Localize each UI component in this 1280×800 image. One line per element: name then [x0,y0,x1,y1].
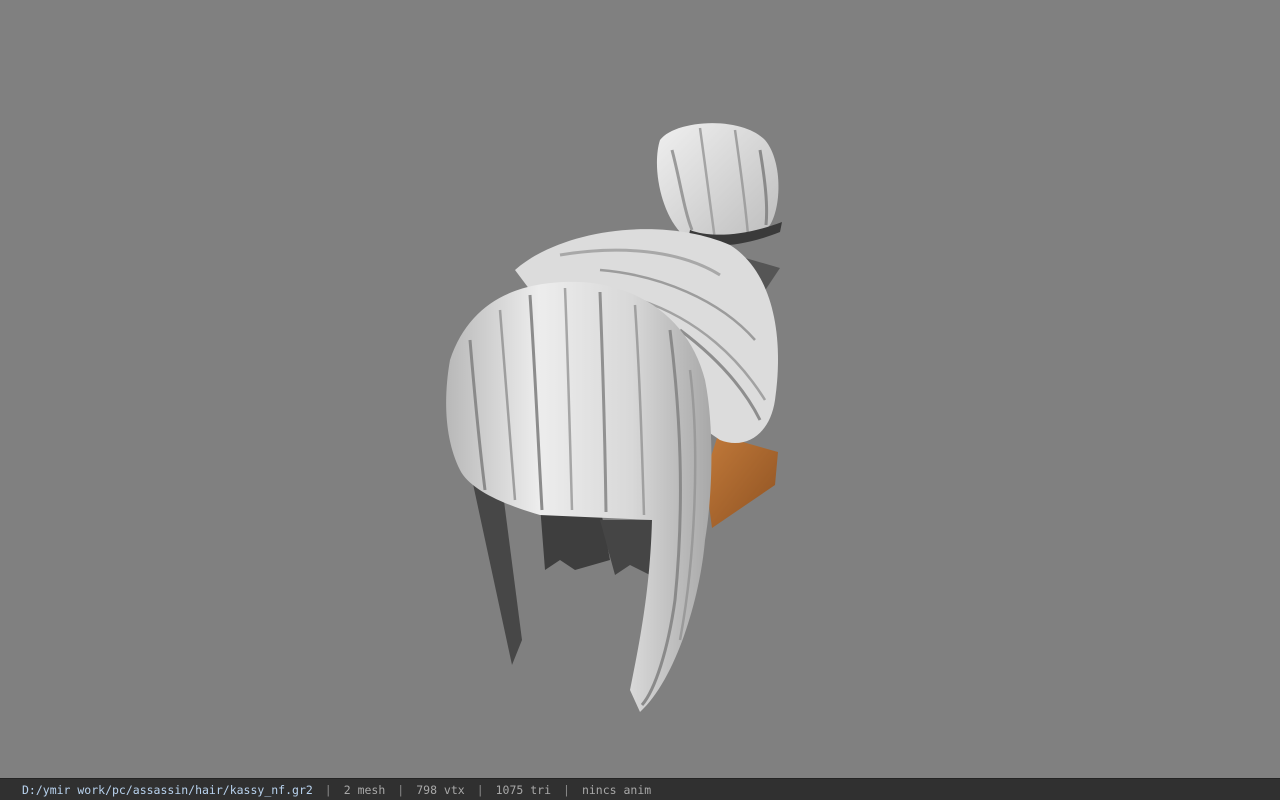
separator: | [476,782,484,797]
hair-model [446,123,782,712]
anim-status: nincs anim [581,782,652,797]
vertex-count: 798 vtx [416,782,465,797]
status-bar: D:/ymir work/pc/assassin/hair/kassy_nf.g… [0,778,1280,800]
triangle-count: 1075 tri [495,782,552,797]
separator: | [563,782,570,797]
skin-mesh [705,435,778,528]
separator: | [397,782,405,797]
separator: | [324,782,332,797]
file-path: D:/ymir work/pc/assassin/hair/kassy_nf.g… [22,782,313,797]
mesh-count: 2 mesh [343,782,386,797]
3d-viewport[interactable] [0,0,1280,778]
